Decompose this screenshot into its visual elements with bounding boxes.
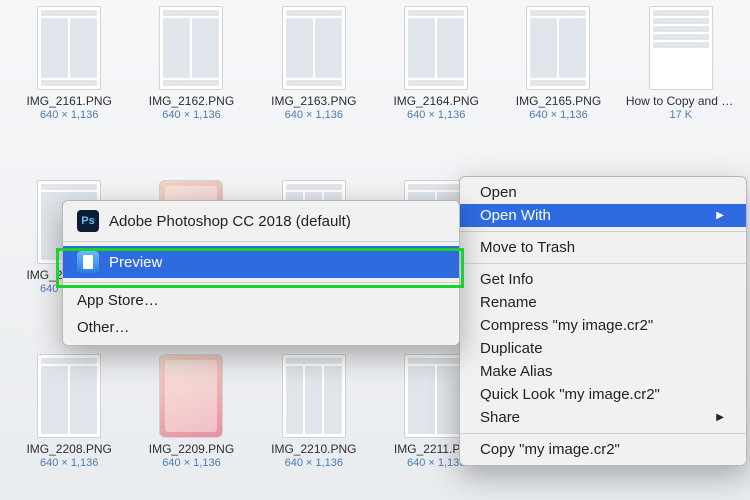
file-item[interactable]: IMG_2162.PNG 640 × 1,136	[132, 6, 250, 176]
menu-item-label: Quick Look "my image.cr2"	[480, 386, 660, 403]
file-item[interactable]: IMG_2208.PNG 640 × 1,136	[10, 354, 128, 500]
file-thumbnail	[649, 6, 713, 90]
menu-item-move-to-trash[interactable]: Move to Trash	[460, 236, 746, 259]
file-item[interactable]: IMG_2164.PNG 640 × 1,136	[377, 6, 495, 176]
menu-item-duplicate[interactable]: Duplicate	[460, 337, 746, 360]
menu-item-label: Adobe Photoshop CC 2018 (default)	[109, 213, 351, 230]
file-name: IMG_2163.PNG	[271, 94, 356, 108]
file-dimensions: 640 × 1,136	[407, 457, 465, 469]
openwith-item-photoshop[interactable]: Ps Adobe Photoshop CC 2018 (default)	[63, 205, 459, 237]
menu-item-share[interactable]: Share	[460, 406, 746, 429]
file-dimensions: 640 × 1,136	[162, 109, 220, 121]
menu-item-open[interactable]: Open	[460, 181, 746, 204]
file-dimensions: 640 × 1,136	[285, 109, 343, 121]
menu-item-label: Share	[480, 409, 520, 426]
menu-item-copy[interactable]: Copy "my image.cr2"	[460, 438, 746, 461]
file-name: IMG_2162.PNG	[149, 94, 234, 108]
file-dimensions: 640 × 1,136	[40, 457, 98, 469]
file-item[interactable]: IMG_2210.PNG 640 × 1,136	[255, 354, 373, 500]
file-name: IMG_2208.PNG	[26, 442, 111, 456]
file-item[interactable]: IMG_2165.PNG 640 × 1,136	[499, 6, 617, 176]
menu-item-label: Rename	[480, 294, 537, 311]
file-dimensions: 640 × 1,136	[407, 109, 465, 121]
context-menu: Open Open With Move to Trash Get Info Re…	[459, 176, 747, 466]
menu-separator	[63, 241, 459, 242]
menu-item-label: App Store…	[77, 292, 159, 309]
menu-item-label: Copy "my image.cr2"	[480, 441, 620, 458]
menu-item-label: Other…	[77, 319, 130, 336]
menu-separator	[460, 231, 746, 232]
file-dimensions: 17 K	[670, 109, 693, 121]
file-thumbnail	[159, 354, 223, 438]
file-name: IMG_2210.PNG	[271, 442, 356, 456]
menu-item-label: Move to Trash	[480, 239, 575, 256]
menu-item-label: Open With	[480, 207, 551, 224]
preview-app-icon	[77, 251, 99, 273]
openwith-item-other[interactable]: Other…	[63, 314, 459, 341]
file-thumbnail	[159, 6, 223, 90]
file-thumbnail	[37, 354, 101, 438]
file-dimensions: 640 × 1,136	[529, 109, 587, 121]
menu-item-label: Get Info	[480, 271, 533, 288]
file-item[interactable]: IMG_2163.PNG 640 × 1,136	[255, 6, 373, 176]
menu-separator	[460, 263, 746, 264]
openwith-item-preview[interactable]: Preview	[63, 246, 459, 278]
menu-item-label: Make Alias	[480, 363, 553, 380]
file-name: IMG_2161.PNG	[26, 94, 111, 108]
open-with-submenu: Ps Adobe Photoshop CC 2018 (default) Pre…	[62, 200, 460, 346]
menu-item-label: Duplicate	[480, 340, 543, 357]
menu-separator	[460, 433, 746, 434]
file-thumbnail	[404, 6, 468, 90]
photoshop-app-icon: Ps	[77, 210, 99, 232]
file-thumbnail	[282, 6, 346, 90]
menu-item-get-info[interactable]: Get Info	[460, 268, 746, 291]
file-thumbnail	[526, 6, 590, 90]
menu-item-rename[interactable]: Rename	[460, 291, 746, 314]
file-thumbnail	[37, 6, 101, 90]
file-item[interactable]: IMG_2209.PNG 640 × 1,136	[132, 354, 250, 500]
openwith-item-app-store[interactable]: App Store…	[63, 287, 459, 314]
file-name: IMG_2209.PNG	[149, 442, 234, 456]
menu-item-quick-look[interactable]: Quick Look "my image.cr2"	[460, 383, 746, 406]
menu-item-label: Compress "my image.cr2"	[480, 317, 653, 334]
file-dimensions: 640 × 1,136	[162, 457, 220, 469]
file-name: IMG_2164.PNG	[393, 94, 478, 108]
menu-item-open-with[interactable]: Open With	[460, 204, 746, 227]
file-thumbnail	[282, 354, 346, 438]
menu-item-label: Preview	[109, 254, 162, 271]
file-dimensions: 640 × 1,136	[40, 109, 98, 121]
file-item[interactable]: IMG_2161.PNG 640 × 1,136	[10, 6, 128, 176]
file-name: How to Copy and Paste o…a	[626, 94, 736, 108]
menu-item-label: Open	[480, 184, 517, 201]
file-dimensions: 640 × 1,136	[285, 457, 343, 469]
file-item[interactable]: How to Copy and Paste o…a 17 K	[622, 6, 740, 176]
menu-item-make-alias[interactable]: Make Alias	[460, 360, 746, 383]
menu-item-compress[interactable]: Compress "my image.cr2"	[460, 314, 746, 337]
file-name: IMG_2165.PNG	[516, 94, 601, 108]
menu-separator	[63, 282, 459, 283]
